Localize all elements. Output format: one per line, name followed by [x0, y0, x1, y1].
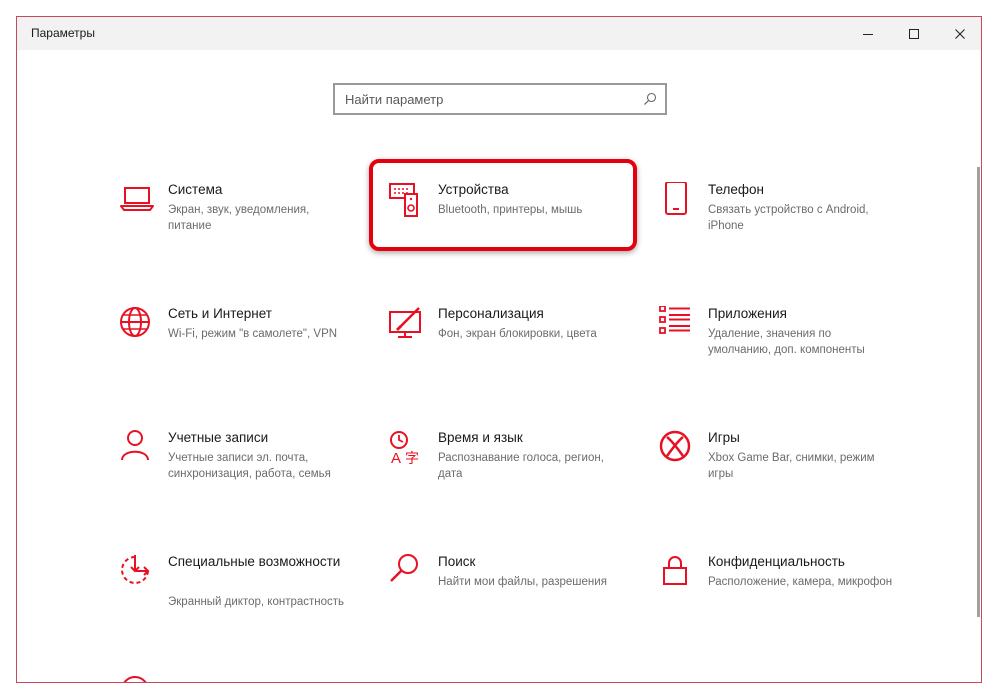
search-icon	[644, 92, 657, 105]
devices-icon	[389, 183, 418, 217]
tile-phone[interactable]: Телефон Связать устройство с Android, iP…	[659, 182, 919, 282]
tile-time-language[interactable]: A 字 Время и язык Распознавание голоса, р…	[389, 430, 649, 530]
globe-icon	[120, 307, 150, 337]
tile-privacy[interactable]: Конфиденциальность Расположение, камера,…	[659, 554, 919, 654]
tile-system[interactable]: Система Экран, звук, уведомления, питани…	[119, 182, 379, 282]
tile-description: Связать устройство с Android, iPhone	[708, 204, 869, 232]
tile-description: Удаление, значения по умолчанию, доп. ко…	[708, 328, 865, 356]
accessibility-icon	[121, 555, 150, 584]
personalization-icon	[389, 307, 421, 338]
tile-accounts[interactable]: Учетные записи Учетные записи эл. почта,…	[119, 430, 379, 530]
tile-description: Xbox Game Bar, снимки, режим игры	[708, 452, 875, 480]
close-button[interactable]	[937, 17, 981, 50]
settings-window: Параметры Система Экран, звук, уведомлен…	[16, 16, 982, 683]
tile-personalization[interactable]: Персонализация Фон, экран блокировки, цв…	[389, 306, 649, 406]
tile-description: Распознавание голоса, регион, дата	[438, 452, 604, 480]
tile-search[interactable]: Поиск Найти мои файлы, разрешения	[389, 554, 649, 654]
tile-title: Специальные возможности	[168, 554, 341, 569]
maximize-button[interactable]	[891, 17, 937, 50]
tile-title: Время и язык	[438, 430, 523, 445]
tile-title: Устройства	[438, 182, 509, 197]
tile-accessibility[interactable]: Специальные возможности Экранный диктор,…	[119, 554, 379, 654]
tile-network[interactable]: Сеть и Интернет Wi-Fi, режим "в самолете…	[119, 306, 379, 406]
lock-icon	[663, 556, 687, 585]
tile-description: Wi-Fi, режим "в самолете", VPN	[168, 328, 338, 340]
tile-description: Экранный диктор, контрастность	[168, 596, 345, 608]
laptop-icon	[120, 187, 154, 211]
xbox-icon	[659, 430, 691, 462]
tile-devices[interactable]: Устройства Bluetooth, принтеры, мышь	[389, 182, 649, 282]
svg-text:字: 字	[405, 450, 419, 466]
update-icon	[123, 676, 147, 682]
title-bar[interactable]: Параметры	[17, 17, 981, 50]
search-box[interactable]	[333, 83, 667, 115]
window-title: Параметры	[31, 26, 95, 40]
tile-title: Сеть и Интернет	[168, 306, 272, 321]
tile-description: Расположение, камера, микрофон	[708, 576, 893, 588]
minimize-icon	[863, 33, 873, 35]
tile-title: Приложения	[708, 306, 787, 321]
tile-description: Учетные записи эл. почта, синхронизация,…	[168, 452, 331, 480]
tile-title: Учетные записи	[168, 430, 269, 445]
tile-title: Система	[168, 182, 223, 197]
tile-apps[interactable]: Приложения Удаление, значения по умолчан…	[659, 306, 919, 406]
phone-icon	[665, 182, 687, 215]
tile-description: Найти мои файлы, разрешения	[438, 576, 607, 588]
tile-title: Персонализация	[438, 306, 544, 321]
tile-gaming[interactable]: Игры Xbox Game Bar, снимки, режим игры	[659, 430, 919, 530]
svg-text:A: A	[391, 450, 401, 467]
tile-description: Фон, экран блокировки, цвета	[438, 328, 597, 340]
apps-list-icon	[659, 306, 690, 334]
tile-title: Поиск	[438, 554, 476, 569]
search-icon	[390, 554, 418, 582]
scrollbar[interactable]	[977, 167, 980, 617]
search-input[interactable]	[335, 85, 665, 113]
minimize-button[interactable]	[845, 17, 891, 50]
time-language-icon: A 字	[390, 431, 419, 467]
tile-description: Bluetooth, принтеры, мышь	[438, 204, 583, 216]
close-icon	[955, 28, 965, 39]
tile-title: Конфиденциальность	[708, 554, 845, 569]
tile-title: Телефон	[708, 182, 765, 197]
tile-description: Экран, звук, уведомления, питание	[168, 204, 310, 232]
maximize-icon	[909, 28, 919, 39]
person-icon	[121, 430, 149, 461]
tile-title: Игры	[708, 430, 740, 445]
